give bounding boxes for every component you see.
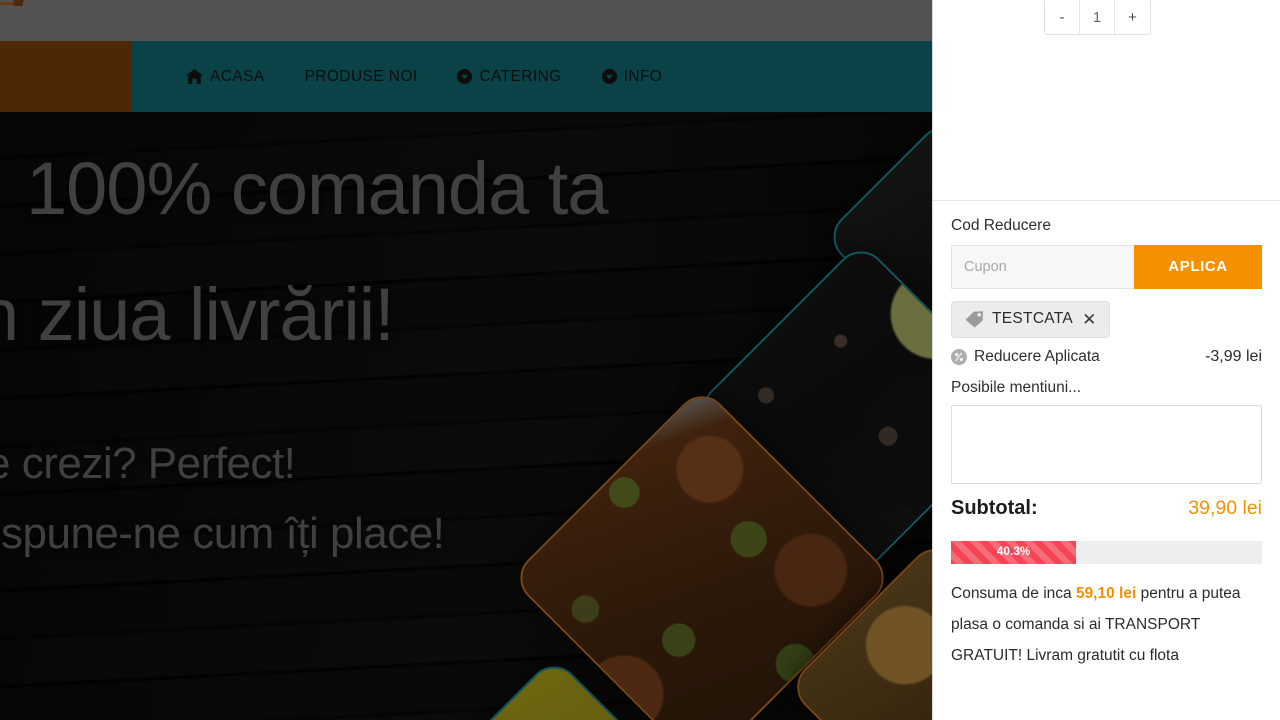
cart-drawer: - 1 + Cod Reducere APLICA TESTCATA ✕ xyxy=(932,0,1280,720)
free-shipping-progress-fill: 40.3% xyxy=(951,540,1077,564)
quantity-increment-button[interactable]: + xyxy=(1115,0,1150,34)
hero-subhead-line-1: e crezi? Perfect! xyxy=(0,439,296,488)
remove-coupon-icon[interactable]: ✕ xyxy=(1082,311,1096,328)
coupon-form: APLICA xyxy=(951,244,1262,289)
nav-item-label: INFO xyxy=(623,67,663,85)
home-icon xyxy=(186,69,203,84)
brand-logo-block[interactable] xyxy=(0,41,132,112)
subtotal-row: Subtotal: 39,90 lei xyxy=(951,497,1262,520)
discount-row: Reducere Aplicata -3,99 lei xyxy=(951,348,1262,366)
hero-headline-line-1: 100% comanda ta xyxy=(26,147,609,230)
nav-item-catering[interactable]: CATERING xyxy=(437,41,581,112)
discount-value: -3,99 lei xyxy=(1205,347,1262,365)
nav-item-label: PRODUSE NOI xyxy=(304,67,418,85)
caret-circle-down-icon xyxy=(457,69,473,84)
cart-items-region: - 1 + xyxy=(933,0,1280,201)
applied-coupon-code: TESTCATA xyxy=(992,310,1074,328)
quantity-value[interactable]: 1 xyxy=(1080,0,1115,34)
nav-item-info[interactable]: INFO xyxy=(582,41,683,112)
free-shipping-message: Consuma de inca 59,10 lei pentru a putea… xyxy=(951,578,1262,671)
nav-item-produse-noi[interactable]: PRODUSE NOI xyxy=(285,41,438,112)
tag-icon xyxy=(965,310,984,328)
mentions-label: Posibile mentiuni... xyxy=(951,378,1082,396)
hero-subhead-line-2: i spune-ne cum îți place! xyxy=(0,509,445,558)
coupon-input[interactable] xyxy=(951,244,1134,289)
coupon-section-label: Cod Reducere xyxy=(951,217,1051,234)
top-utility-bar xyxy=(0,0,932,41)
discount-label: Reducere Aplicata xyxy=(974,347,1100,365)
nav-item-label: CATERING xyxy=(479,67,562,85)
coupon-apply-button[interactable]: APLICA xyxy=(1134,244,1262,289)
free-shipping-progress-bar: 40.3% xyxy=(951,540,1262,564)
nav-item-acasa[interactable]: ACASA xyxy=(166,41,285,112)
cart-summary: Cod Reducere APLICA TESTCATA ✕ xyxy=(933,201,1280,671)
nav-links: ACASA PRODUSE NOI CATERING INFO xyxy=(132,41,682,112)
mentions-textarea[interactable] xyxy=(951,404,1262,484)
app-screenshot: ACASA PRODUSE NOI CATERING INFO 100% com… xyxy=(0,0,1280,720)
percent-badge-icon xyxy=(951,348,967,365)
applied-coupon-chip[interactable]: TESTCATA ✕ xyxy=(951,300,1111,338)
free-shipping-remaining-amount: 59,10 lei xyxy=(1075,584,1137,602)
quantity-decrement-button[interactable]: - xyxy=(1045,0,1080,34)
site-logo-icon[interactable] xyxy=(0,0,26,11)
hero-headline-line-2: n ziua livrării! xyxy=(0,273,395,356)
quantity-stepper[interactable]: - 1 + xyxy=(1044,0,1151,35)
hero-banner: 100% comanda ta n ziua livrării! e crezi… xyxy=(0,112,932,720)
free-shipping-message-part1: Consuma de inca xyxy=(951,584,1076,602)
subtotal-label: Subtotal: xyxy=(951,496,1038,519)
subtotal-value: 39,90 lei xyxy=(1188,496,1262,519)
site-page: ACASA PRODUSE NOI CATERING INFO 100% com… xyxy=(0,0,932,720)
nav-item-label: ACASA xyxy=(210,67,265,85)
free-shipping-progress-label: 40.3% xyxy=(996,546,1031,559)
caret-circle-down-icon xyxy=(601,69,617,84)
main-navigation-bar: ACASA PRODUSE NOI CATERING INFO xyxy=(0,41,932,112)
